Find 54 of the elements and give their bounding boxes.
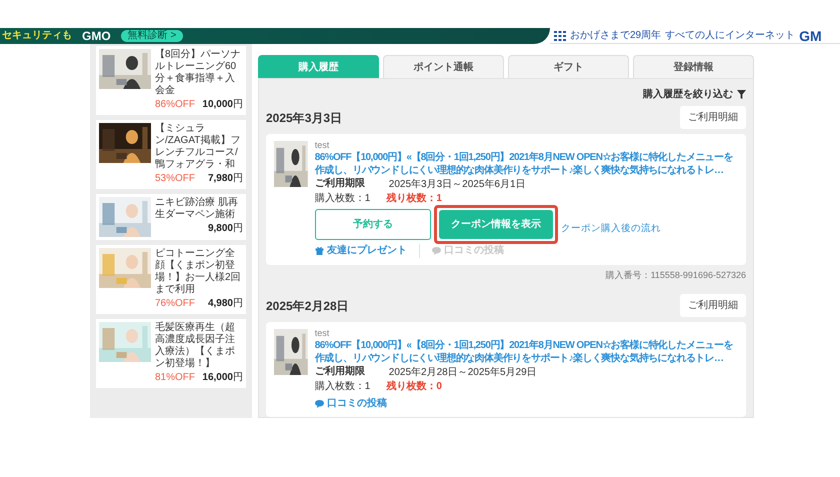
discount-rate: 81%OFF [155, 371, 196, 385]
tab[interactable]: ポイント通帳 [383, 55, 504, 78]
deal-card[interactable]: 【8回分】パーソナルトレーニング60分＋食事指導＋入会金 86%OFF 10,000円 [96, 46, 246, 115]
purchased-count: 購入枚数：1 [314, 380, 370, 394]
flow-link[interactable]: クーポン購入後の流れ [560, 222, 661, 237]
discount-rate: 76%OFF [155, 297, 196, 311]
deal-price: 9,800円 [208, 222, 243, 236]
review-link[interactable]: 口コミの投稿 [326, 397, 387, 410]
anniversary-text: おかげさまで29周年 [570, 30, 662, 40]
details-button[interactable]: ご利用明細 [680, 294, 746, 318]
deal-title: 【8回分】パーソナルトレーニング60分＋食事指導＋入会金 [155, 49, 242, 97]
deal-card[interactable]: ニキビ跡治療 肌再生ダーマペン施術 9,800円 [96, 194, 246, 240]
deal-title: 毛髪医療再生（超高濃度成長因子注入療法）【くまポン初登場！】 [155, 322, 236, 370]
discount-rate: 86%OFF [155, 98, 196, 112]
diagnosis-button[interactable]: 無料診断 > [120, 30, 184, 42]
gift-link[interactable]: 友達にプレゼント [326, 244, 407, 258]
filter-link[interactable]: 購入履歴を絞り込む [643, 87, 733, 102]
deal-price: 4,980円 [208, 297, 243, 311]
deal-title: 【ミシュラン/ZAGAT掲載】フレンチフルコース/鴨フォアグラ・和 [155, 123, 242, 171]
period-label: ご利用期限 [314, 365, 365, 380]
deal-title-link[interactable]: 86%OFF【10,000円】«【8回分・1回1,250円】2021年8月NEW OPEN☆お客様に特化したメニューを作成し、リバウンドしにくい理想的な肉体美作りをサポート♪楽しく爽快な気持ちになれるトレ… [314, 339, 738, 366]
deal-title: ニキビ跡治療 肌再生ダーマペン施術 [155, 197, 239, 221]
speech-bubble-icon [432, 246, 441, 255]
period-text: 2025年3月3日～2025年6月1日 [388, 178, 526, 192]
order-number: 購入番号：115558-991696-527326 [604, 268, 746, 282]
banner-tagline: セキュリティも [2, 31, 72, 41]
filter-icon[interactable] [737, 90, 746, 99]
deal-price: 16,000円 [202, 371, 243, 385]
remaining-count: 残り枚数：0 [386, 380, 442, 394]
remaining-count: 残り枚数：1 [386, 192, 442, 205]
corporate-logo: GM [799, 28, 822, 42]
grid-icon[interactable] [554, 30, 566, 40]
discount-rate: 53%OFF [155, 172, 196, 186]
deal-title: ピコトーニング全顔【くまポン初登場！】お一人様2回まで利用 [155, 248, 242, 296]
deal-title-link[interactable]: 86%OFF【10,000円】«【8回分・1回1,250円】2021年8月NEW OPEN☆お客様に特化したメニューを作成し、リバウンドしにくい理想的な肉体美作りをサポート♪楽しく爽快な気持ちになれるトレ… [314, 150, 738, 177]
deal-card[interactable]: ピコトーニング全顔【くまポン初登場！】お一人様2回まで利用 76%OFF 4,980円 [96, 245, 246, 314]
shop-name: test [314, 141, 330, 151]
deal-price: 10,000円 [202, 98, 243, 112]
tab[interactable]: ギフト [508, 55, 629, 78]
deal-card[interactable]: 毛髪医療再生（超高濃度成長因子注入療法）【くまポン初登場！】 81%OFF 16,000円 [96, 319, 246, 388]
deal-card[interactable]: 【ミシュラン/ZAGAT掲載】フレンチフルコース/鴨フォアグラ・和 53%OFF 7,980円 [96, 120, 246, 189]
brand-logo: GMO [82, 30, 111, 42]
period-text: 2025年2月28日～2025年5月29日 [388, 366, 537, 380]
speech-bubble-icon [314, 400, 324, 408]
tab[interactable]: 登録情報 [633, 55, 754, 78]
period-label: ご利用期限 [314, 176, 365, 191]
slogan-text: すべての人にインターネット [665, 30, 796, 40]
order-date: 2025年3月3日 [266, 110, 342, 126]
shop-name: test [314, 329, 330, 340]
purchased-count: 購入枚数：1 [314, 192, 370, 205]
details-button[interactable]: ご利用明細 [680, 106, 746, 129]
gift-icon [314, 246, 324, 256]
order-date: 2025年2月28日 [266, 298, 349, 315]
deal-price: 7,980円 [208, 172, 243, 186]
